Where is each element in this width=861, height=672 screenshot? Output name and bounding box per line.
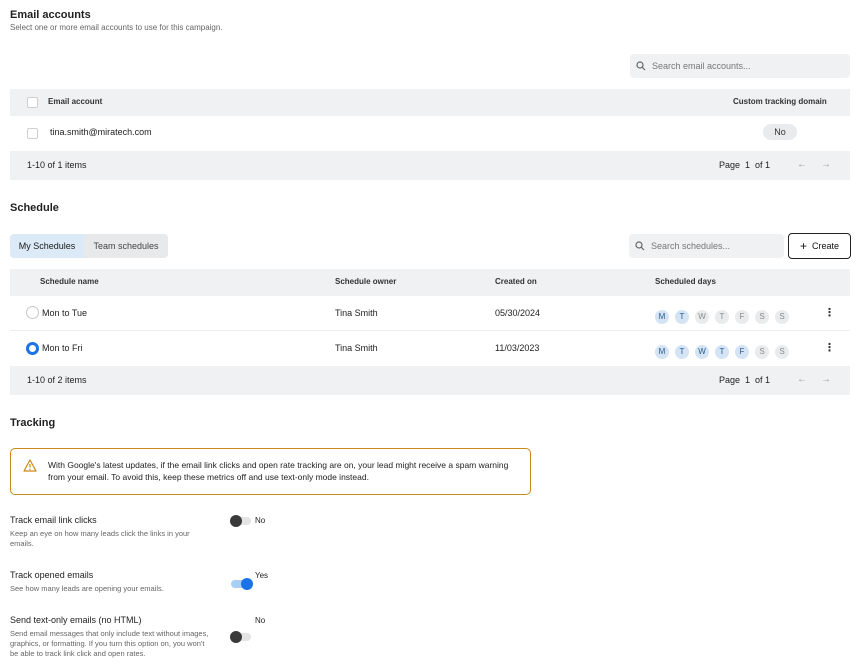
- track-link-clicks-toggle[interactable]: [230, 515, 251, 527]
- search-icon: [635, 241, 645, 251]
- email-search-input[interactable]: Search email accounts...: [630, 54, 850, 78]
- schedule-name: Mon to Tue: [42, 308, 88, 318]
- email-search-placeholder: Search email accounts...: [652, 61, 751, 71]
- column-email-account: Email account: [48, 97, 103, 106]
- column-schedule-name: Schedule name: [40, 277, 99, 286]
- track-opened-label: Track opened emails: [10, 570, 94, 580]
- track-opened-toggle[interactable]: [231, 578, 253, 590]
- plus-icon: +: [799, 239, 807, 253]
- schedule-title: Schedule: [10, 202, 59, 214]
- email-page-total: of 1: [755, 160, 771, 170]
- day-chip: F: [735, 345, 749, 359]
- tab-team-schedules[interactable]: Team schedules: [84, 234, 168, 258]
- scheduled-days: MTWTFSS: [655, 341, 795, 359]
- track-link-clicks-label: Track email link clicks: [10, 515, 97, 525]
- day-chip: T: [675, 310, 689, 324]
- email-accounts-subtitle: Select one or more email accounts to use…: [10, 23, 223, 32]
- toggle-knob: [230, 515, 242, 527]
- day-chip: F: [735, 310, 749, 324]
- prev-page-icon[interactable]: ←: [797, 374, 807, 385]
- scheduled-days: MTWTFSS: [655, 306, 795, 324]
- more-options-icon[interactable]: ⋮: [824, 341, 835, 354]
- create-schedule-button[interactable]: + Create: [788, 233, 851, 259]
- day-chip: T: [715, 345, 729, 359]
- column-scheduled-days: Scheduled days: [655, 277, 716, 286]
- tracking-domain-badge: No: [763, 124, 797, 140]
- schedule-radio-selected[interactable]: [26, 342, 39, 355]
- email-items-count: 1-10 of 1 items: [27, 160, 87, 170]
- day-chip: W: [695, 345, 709, 359]
- day-chip: T: [675, 345, 689, 359]
- track-link-clicks-desc: Keep an eye on how many leads click the …: [10, 529, 190, 548]
- schedule-radio[interactable]: [26, 306, 39, 319]
- schedule-page-number[interactable]: 1: [745, 375, 750, 385]
- toggle-knob: [241, 578, 253, 590]
- column-schedule-owner: Schedule owner: [335, 277, 397, 286]
- schedule-created: 11/03/2023: [495, 343, 540, 353]
- email-account-value: tina.smith@miratech.com: [50, 127, 152, 137]
- next-page-icon[interactable]: →: [821, 159, 831, 170]
- text-only-desc: Send email messages that only include te…: [10, 629, 209, 658]
- prev-page-icon[interactable]: ←: [797, 159, 807, 170]
- column-custom-tracking-domain: Custom tracking domain: [733, 97, 827, 106]
- row-divider: [10, 330, 850, 331]
- more-options-icon[interactable]: ⋮: [824, 306, 835, 319]
- email-page-number[interactable]: 1: [745, 160, 750, 170]
- text-only-toggle[interactable]: [230, 631, 251, 643]
- day-chip: S: [775, 345, 789, 359]
- schedule-owner: Tina Smith: [335, 308, 378, 318]
- track-link-clicks-state: No: [255, 516, 266, 525]
- day-chip: S: [755, 310, 769, 324]
- warning-text: With Google's latest updates, if the ema…: [48, 460, 509, 482]
- day-chip: M: [655, 310, 669, 324]
- track-opened-state: Yes: [255, 571, 269, 580]
- schedule-table-header: [10, 269, 850, 296]
- day-chip: S: [775, 310, 789, 324]
- email-page-label: Page: [719, 160, 741, 170]
- text-only-state: No: [255, 616, 266, 625]
- schedule-page-total: of 1: [755, 375, 771, 385]
- email-row-checkbox[interactable]: [27, 128, 38, 139]
- schedule-items-count: 1-10 of 2 items: [27, 375, 87, 385]
- schedule-search-placeholder: Search schedules...: [651, 241, 731, 251]
- schedule-name: Mon to Fri: [42, 343, 83, 353]
- search-icon: [636, 61, 646, 71]
- warning-icon: [23, 459, 37, 472]
- day-chip: M: [655, 345, 669, 359]
- toggle-knob: [230, 631, 242, 643]
- day-chip: S: [755, 345, 769, 359]
- column-created-on: Created on: [495, 277, 537, 286]
- select-all-checkbox[interactable]: [27, 97, 38, 108]
- day-chip: T: [715, 310, 729, 324]
- schedule-search-input[interactable]: Search schedules...: [629, 234, 784, 258]
- schedule-owner: Tina Smith: [335, 343, 378, 353]
- schedule-created: 05/30/2024: [495, 308, 541, 318]
- email-table-header: [10, 89, 850, 116]
- schedule-page-label: Page: [719, 375, 741, 385]
- tab-my-schedules[interactable]: My Schedules: [10, 234, 84, 258]
- create-label: Create: [812, 241, 840, 251]
- text-only-label: Send text-only emails (no HTML): [10, 615, 142, 625]
- next-page-icon[interactable]: →: [821, 374, 831, 385]
- day-chip: W: [695, 310, 709, 324]
- tracking-title: Tracking: [10, 417, 56, 429]
- track-opened-desc: See how many leads are opening your emai…: [10, 584, 164, 593]
- tracking-warning-banner: With Google's latest updates, if the ema…: [10, 448, 531, 495]
- email-accounts-title: Email accounts: [10, 9, 91, 21]
